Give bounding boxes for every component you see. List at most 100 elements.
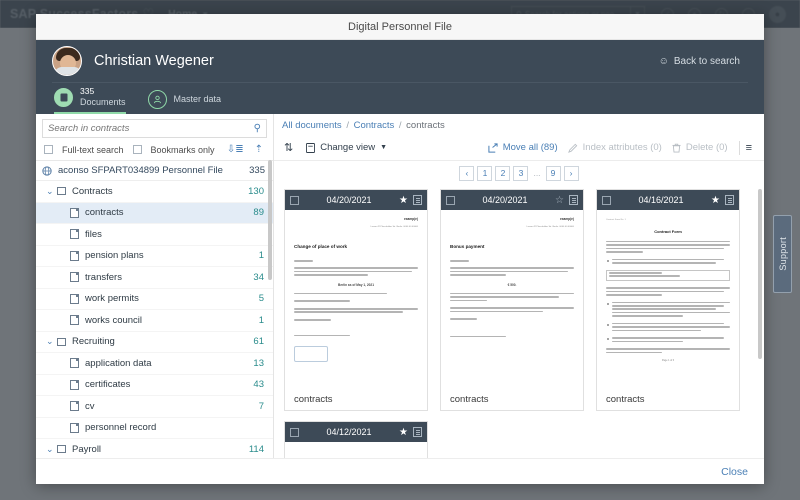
pencil-icon bbox=[567, 143, 577, 153]
tree-node-recruiting[interactable]: ⌄ Recruiting 61 bbox=[36, 332, 273, 353]
document-icon[interactable] bbox=[413, 427, 422, 437]
document-card-header: 04/16/2021 ★ bbox=[597, 190, 739, 210]
bookmarks-only-checkbox[interactable] bbox=[132, 145, 142, 154]
document-category: contracts bbox=[294, 393, 333, 405]
tree-node-works-council[interactable]: works council 1 bbox=[36, 310, 273, 332]
pagination-page-3[interactable]: 3 bbox=[513, 165, 529, 181]
breadcrumb-all-documents[interactable]: All documents bbox=[282, 120, 342, 131]
fulltext-search-label: Full-text search bbox=[62, 144, 124, 155]
folder-icon bbox=[57, 337, 66, 346]
chevron-down-icon[interactable]: ⌄ bbox=[46, 444, 57, 455]
search-input[interactable] bbox=[48, 123, 254, 134]
pagination-next[interactable]: › bbox=[563, 165, 579, 181]
screen: SAP SuccessFactors ♡ Home ▼ ⚲ Search for… bbox=[0, 0, 800, 500]
back-to-search-button[interactable]: ☺ Back to search bbox=[651, 52, 748, 71]
document-icon[interactable] bbox=[725, 195, 734, 205]
list-view-icon[interactable]: ≡ bbox=[746, 142, 754, 154]
pagination: ‹ 1 2 3 ... 9 › bbox=[274, 161, 764, 185]
toolbar-divider bbox=[738, 140, 740, 155]
document-icon[interactable] bbox=[413, 195, 422, 205]
tree-node-pension-plans[interactable]: pension plans 1 bbox=[36, 246, 273, 267]
document-card[interactable]: 04/12/2021 ★ bbox=[284, 421, 428, 458]
breadcrumb-contracts-folder[interactable]: Contracts bbox=[354, 120, 395, 131]
back-to-search-label: Back to search bbox=[673, 55, 740, 67]
document-logo: examp(e) bbox=[560, 217, 574, 221]
tree-node-count: 34 bbox=[253, 271, 264, 283]
star-outline-icon[interactable]: ☆ bbox=[555, 195, 564, 206]
tree-node-certificates[interactable]: certificates 43 bbox=[36, 375, 273, 396]
document-logo: examp(e) bbox=[404, 217, 418, 221]
pagination-page-2[interactable]: 2 bbox=[495, 165, 511, 181]
star-filled-icon[interactable]: ★ bbox=[711, 195, 720, 206]
support-tab[interactable]: Support bbox=[773, 215, 792, 293]
document-icon bbox=[70, 250, 79, 261]
tree-node-cv[interactable]: cv 7 bbox=[36, 396, 273, 418]
change-view-button[interactable]: Change view ▼ bbox=[301, 140, 392, 155]
document-preview[interactable] bbox=[285, 442, 427, 458]
tree-root-node[interactable]: aconso SFPART034899 Personnel File 335 bbox=[36, 161, 273, 181]
person-header: Christian Wegener ☺ Back to search 335 D… bbox=[36, 40, 764, 114]
sort-ascending-icon[interactable]: ⇡ bbox=[255, 144, 263, 155]
tab-master-data[interactable]: Master data bbox=[147, 90, 221, 114]
document-card[interactable]: 04/20/2021 ☆ examp(e) Lorem 42 Placehold… bbox=[440, 189, 584, 411]
star-filled-icon[interactable]: ★ bbox=[399, 427, 408, 438]
tree-node-label: work permits bbox=[85, 293, 139, 305]
tree-node-transfers[interactable]: transfers 34 bbox=[36, 267, 273, 289]
document-select-checkbox[interactable] bbox=[602, 195, 611, 205]
tree-node-label: pension plans bbox=[85, 250, 144, 262]
document-select-checkbox[interactable] bbox=[290, 427, 299, 437]
close-button[interactable]: Close bbox=[721, 466, 748, 478]
move-all-button[interactable]: Move all (89) bbox=[483, 140, 563, 155]
tree-node-work-permits[interactable]: work permits 5 bbox=[36, 289, 273, 310]
person-icon bbox=[147, 90, 167, 109]
breadcrumb-separator: / bbox=[346, 120, 349, 131]
tree-node-count: 5 bbox=[258, 293, 264, 305]
tree-node-label: transfers bbox=[85, 271, 122, 283]
dialog-title-bar: Digital Personnel File bbox=[36, 14, 764, 40]
sidebar-scrollbar[interactable] bbox=[268, 160, 272, 280]
tree-node-label: contracts bbox=[85, 207, 124, 219]
star-filled-icon[interactable]: ★ bbox=[399, 195, 408, 206]
document-card-grid: 04/20/2021 ★ examp(e) Lorem 42 Placehold… bbox=[274, 185, 764, 458]
search-icon[interactable]: ⚲ bbox=[254, 123, 261, 134]
change-view-label: Change view bbox=[320, 142, 376, 153]
search-box[interactable]: ⚲ bbox=[42, 119, 267, 138]
dialog-footer: Close bbox=[36, 458, 764, 484]
folder-icon bbox=[57, 445, 66, 454]
digital-personnel-file-dialog: Digital Personnel File Christian Wegener… bbox=[36, 14, 764, 484]
document-icon bbox=[70, 272, 79, 283]
document-date: 04/12/2021 bbox=[326, 427, 372, 437]
tree-node-payroll[interactable]: ⌄ Payroll 114 bbox=[36, 439, 273, 458]
document-preview[interactable]: Contract Form No. 1 Contract Form Page 1… bbox=[597, 210, 739, 388]
tree-node-contracts[interactable]: ⌄ Contracts 130 bbox=[36, 181, 273, 203]
folder-icon bbox=[57, 187, 66, 196]
document-icon bbox=[70, 401, 79, 412]
document-select-checkbox[interactable] bbox=[290, 195, 299, 205]
sort-arrows-icon[interactable]: ⇅ bbox=[282, 141, 301, 154]
fulltext-search-checkbox[interactable] bbox=[44, 145, 53, 154]
tree-node-application-data[interactable]: application data 13 bbox=[36, 353, 273, 375]
document-card[interactable]: 04/16/2021 ★ Contract Form No. 1 Contrac… bbox=[596, 189, 740, 411]
tree-node-contracts[interactable]: contracts 89 bbox=[36, 202, 273, 224]
document-preview-content: examp(e) Lorem 42 Placeholder Str Berlin… bbox=[450, 216, 574, 338]
tab-documents[interactable]: 335 Documents bbox=[54, 87, 126, 114]
tree-node-count: 61 bbox=[253, 336, 264, 348]
tree-node-personnel-record[interactable]: personnel record bbox=[36, 418, 273, 439]
document-preview[interactable]: examp(e) Lorem 42 Placeholder Str Berlin… bbox=[285, 210, 427, 388]
cards-scrollbar[interactable] bbox=[758, 189, 762, 359]
document-select-checkbox[interactable] bbox=[446, 195, 455, 205]
trash-icon bbox=[672, 143, 681, 152]
pagination-page-last[interactable]: 9 bbox=[545, 165, 561, 181]
chevron-down-icon[interactable]: ⌄ bbox=[46, 336, 57, 347]
chevron-down-icon[interactable]: ⌄ bbox=[46, 186, 57, 197]
document-date: 04/16/2021 bbox=[638, 195, 684, 205]
document-card[interactable]: 04/20/2021 ★ examp(e) Lorem 42 Placehold… bbox=[284, 189, 428, 411]
pagination-page-1[interactable]: 1 bbox=[477, 165, 493, 181]
document-preview[interactable]: examp(e) Lorem 42 Placeholder Str Berlin… bbox=[441, 210, 583, 388]
sort-descending-icon[interactable]: ⇩≣ bbox=[227, 144, 244, 155]
document-icon bbox=[70, 207, 79, 218]
document-icon[interactable] bbox=[569, 195, 578, 205]
tree-node-files[interactable]: files bbox=[36, 224, 273, 246]
tree-root-count: 335 bbox=[249, 165, 265, 176]
pagination-prev[interactable]: ‹ bbox=[459, 165, 475, 181]
